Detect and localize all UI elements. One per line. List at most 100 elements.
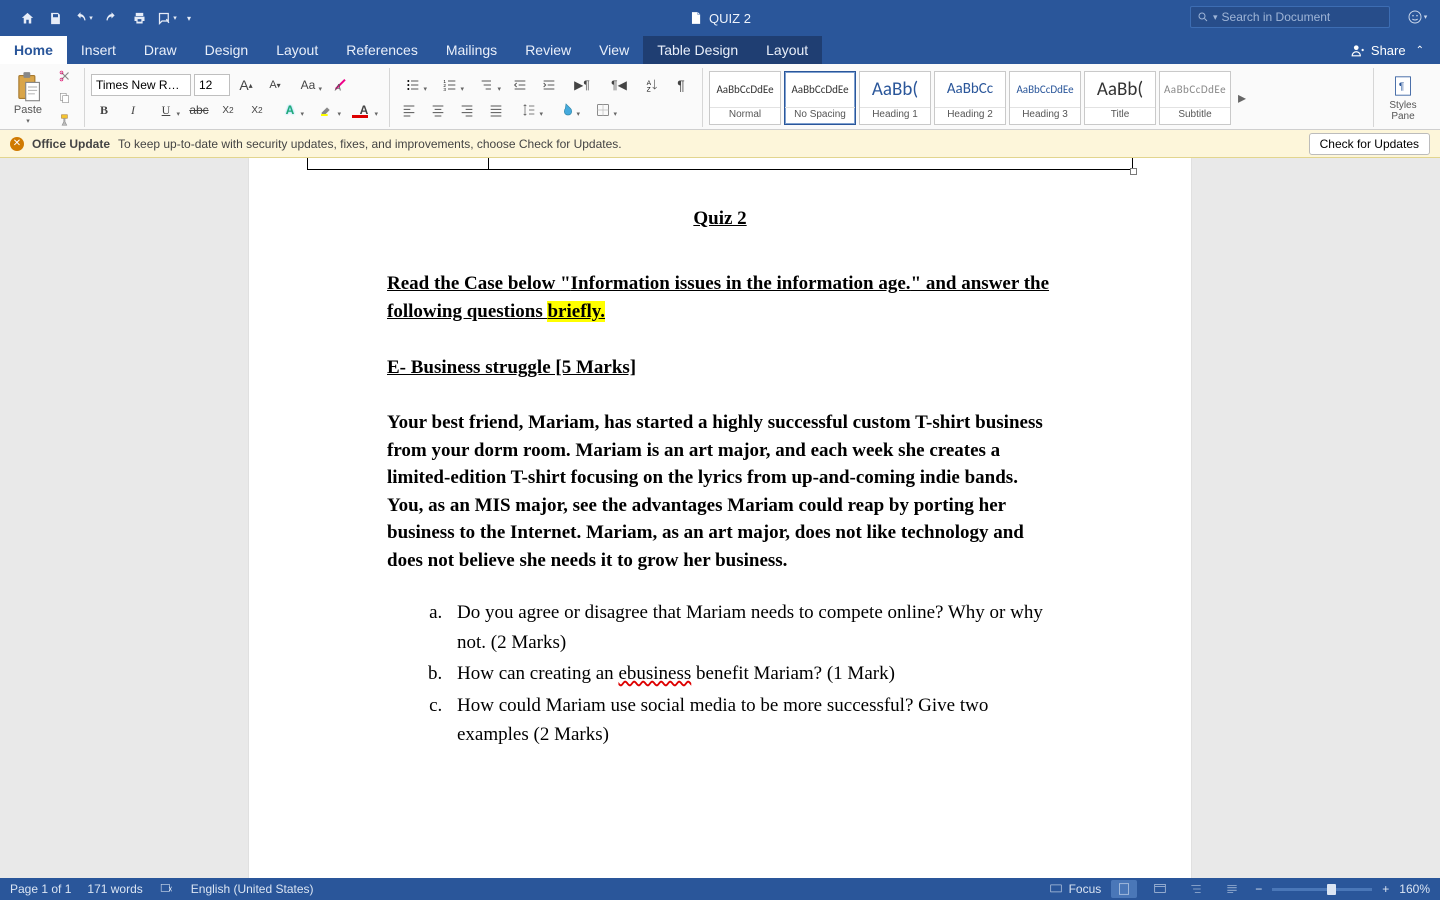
strikethrough-button[interactable]: abc [186,99,212,121]
undo-icon[interactable]: ▾ [70,6,96,30]
document-body[interactable]: Quiz 2 Read the Case below "Information … [387,208,1053,750]
show-marks-icon[interactable]: ¶ [668,74,694,96]
tab-layout[interactable]: Layout [262,36,332,64]
copy-icon[interactable] [54,89,76,107]
tab-references[interactable]: References [332,36,432,64]
format-painter-icon[interactable] [54,111,76,129]
style-heading-1[interactable]: AaBb(Heading 1 [859,71,931,125]
styles-more-icon[interactable]: ▸ [1235,88,1249,108]
close-notice-icon[interactable]: ✕ [10,137,24,151]
quiz-title[interactable]: Quiz 2 [387,208,1053,230]
question-list[interactable]: Do you agree or disagree that Mariam nee… [447,598,1053,749]
align-left-icon[interactable] [396,99,422,121]
update-message: To keep up-to-date with security updates… [118,137,622,151]
share-button[interactable]: Share ⌃ [1343,36,1432,64]
tab-insert[interactable]: Insert [67,36,130,64]
style-normal[interactable]: AaBbCcDdEeNormal [709,71,781,125]
bold-button[interactable]: B [91,99,117,121]
tab-home[interactable]: Home [0,36,67,64]
draft-view-icon[interactable] [1219,880,1245,898]
table-resize-handle[interactable] [1130,168,1137,175]
style-subtitle[interactable]: AaBbCcDdEeSubtitle [1159,71,1231,125]
justify-icon[interactable] [483,99,509,121]
tab-view[interactable]: View [585,36,643,64]
document-canvas[interactable]: Quiz 2 Read the Case below "Information … [0,158,1440,878]
styles-pane-label: Styles Pane [1380,100,1426,122]
instructions[interactable]: Read the Case below "Information issues … [387,270,1053,325]
line-spacing-icon[interactable]: ▾ [512,99,546,121]
ltr-icon[interactable]: ▶¶ [565,74,599,96]
tab-review[interactable]: Review [511,36,585,64]
customize-qat-icon[interactable]: ▾ [182,6,196,30]
font-group: A▴ A▾ Aa▾ A B I U▾ abc X2 X2 A▾ ▾ A▾ [91,68,390,127]
style-title[interactable]: AaBb(Title [1084,71,1156,125]
table-bottom-border[interactable] [307,158,1133,170]
tab-draw[interactable]: Draw [130,36,191,64]
zoom-level[interactable]: 160% [1399,882,1430,896]
spellcheck-icon[interactable] [159,882,175,896]
case-body[interactable]: Your best friend, Mariam, has started a … [387,409,1053,574]
rtl-icon[interactable]: ¶◀ [602,74,636,96]
change-case-icon[interactable]: Aa▾ [291,74,325,96]
word-count[interactable]: 171 words [87,882,142,896]
superscript-button[interactable]: X2 [244,99,270,121]
shading-icon[interactable]: ▾ [549,99,583,121]
section-heading[interactable]: E- Business struggle [5 Marks] [387,357,1053,379]
tab-table-layout[interactable]: Layout [752,36,822,64]
zoom-slider[interactable] [1272,888,1372,891]
print-icon[interactable] [126,6,152,30]
feedback-icon[interactable]: ▾ [1406,8,1428,26]
zoom-out-button[interactable]: − [1255,882,1262,896]
sort-icon[interactable]: AZ [639,74,665,96]
decrease-indent-icon[interactable] [507,74,533,96]
increase-indent-icon[interactable] [536,74,562,96]
font-color-icon[interactable]: A▾ [347,99,381,121]
save-icon[interactable] [42,6,68,30]
touch-icon[interactable]: ▾ [154,6,180,30]
redo-icon[interactable] [98,6,124,30]
underline-button[interactable]: U▾ [149,99,183,121]
question-a[interactable]: Do you agree or disagree that Mariam nee… [447,598,1053,657]
check-updates-button[interactable]: Check for Updates [1309,133,1430,155]
tab-design[interactable]: Design [191,36,263,64]
font-size-input[interactable] [194,74,230,96]
style-no-spacing[interactable]: AaBbCcDdEeNo Spacing [784,71,856,125]
collapse-ribbon-icon[interactable]: ⌃ [1416,45,1424,56]
clear-formatting-icon[interactable]: A [328,74,354,96]
grow-font-icon[interactable]: A▴ [233,74,259,96]
outline-view-icon[interactable] [1183,880,1209,898]
zoom-in-button[interactable]: + [1382,882,1389,896]
style-heading-2[interactable]: AaBbCcHeading 2 [934,71,1006,125]
print-layout-view-icon[interactable] [1111,880,1137,898]
language-indicator[interactable]: English (United States) [191,882,314,896]
borders-icon[interactable]: ▾ [586,99,620,121]
italic-button[interactable]: I [120,99,146,121]
paste-button[interactable]: Paste ▾ [6,71,50,125]
web-layout-view-icon[interactable] [1147,880,1173,898]
shrink-font-icon[interactable]: A▾ [262,74,288,96]
page-indicator[interactable]: Page 1 of 1 [10,882,71,896]
highlight-icon[interactable]: ▾ [310,99,344,121]
tab-table-design[interactable]: Table Design [643,36,752,64]
document-title: QUIZ 2 [689,11,751,26]
focus-mode[interactable]: Focus [1049,882,1102,896]
cut-icon[interactable] [54,67,76,85]
home-icon[interactable] [14,6,40,30]
subscript-button[interactable]: X2 [215,99,241,121]
question-b[interactable]: How can creating an ebusiness benefit Ma… [447,659,1053,688]
tab-mailings[interactable]: Mailings [432,36,511,64]
style-heading-3[interactable]: AaBbCcDdEeHeading 3 [1009,71,1081,125]
styles-pane-button[interactable]: ¶ Styles Pane [1380,74,1426,122]
bullets-icon[interactable]: ▾ [396,74,430,96]
text-effects-icon[interactable]: A▾ [273,99,307,121]
page[interactable]: Quiz 2 Read the Case below "Information … [249,158,1191,878]
numbering-icon[interactable]: 123▾ [433,74,467,96]
qb-pre: How can creating an [457,663,618,684]
search-input[interactable]: ▾ Search in Document [1190,6,1390,28]
svg-text:¶: ¶ [1399,81,1404,92]
align-center-icon[interactable] [425,99,451,121]
font-name-input[interactable] [91,74,191,96]
question-c[interactable]: How could Mariam use social media to be … [447,691,1053,750]
align-right-icon[interactable] [454,99,480,121]
multilevel-list-icon[interactable]: ▾ [470,74,504,96]
